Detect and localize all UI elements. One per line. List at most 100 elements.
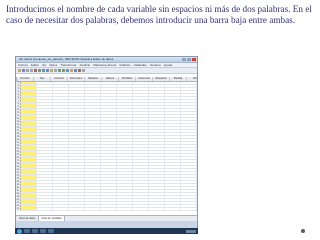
grid-cell[interactable]	[117, 133, 133, 135]
grid-cell[interactable]	[53, 163, 69, 165]
grid-cell[interactable]	[149, 169, 165, 171]
grid-cell[interactable]	[69, 199, 85, 201]
grid-cell[interactable]	[69, 115, 85, 117]
grid-cell[interactable]	[85, 202, 101, 204]
grid-cell[interactable]	[181, 157, 197, 159]
grid-cell[interactable]	[101, 109, 117, 111]
grid-cell[interactable]	[85, 142, 101, 144]
grid-cell[interactable]	[21, 109, 37, 111]
grid-cell[interactable]	[165, 97, 181, 99]
grid-cell[interactable]	[149, 160, 165, 162]
grid-cell[interactable]	[69, 205, 85, 207]
grid-cell[interactable]	[21, 115, 37, 117]
grid-cell[interactable]	[37, 106, 53, 108]
grid-cell[interactable]	[37, 85, 53, 87]
grid-cell[interactable]	[37, 112, 53, 114]
grid-cell[interactable]	[165, 94, 181, 96]
grid-cell[interactable]	[165, 88, 181, 90]
grid-cell[interactable]	[53, 205, 69, 207]
grid-cell[interactable]	[85, 154, 101, 156]
grid-cell[interactable]	[53, 103, 69, 105]
grid-cell[interactable]	[21, 175, 37, 177]
grid-cell[interactable]	[149, 91, 165, 93]
grid-cell[interactable]	[165, 157, 181, 159]
grid-cell[interactable]	[101, 112, 117, 114]
grid-cell[interactable]	[53, 124, 69, 126]
grid-cell[interactable]	[101, 169, 117, 171]
grid-cell[interactable]	[181, 136, 197, 138]
grid-cell[interactable]	[53, 115, 69, 117]
open-file-icon[interactable]	[18, 69, 21, 72]
grid-cell[interactable]	[165, 172, 181, 174]
grid-cell[interactable]	[165, 139, 181, 141]
grid-cell[interactable]	[69, 160, 85, 162]
grid-cell[interactable]	[101, 163, 117, 165]
grid-cell[interactable]	[117, 148, 133, 150]
use-variable-sets-icon[interactable]	[82, 69, 85, 72]
grid-cell[interactable]	[181, 178, 197, 180]
grid-cell[interactable]	[165, 154, 181, 156]
grid-cell[interactable]	[69, 178, 85, 180]
column-header[interactable]: Alineación	[153, 77, 170, 81]
grid-cell[interactable]	[85, 166, 101, 168]
minimize-icon[interactable]	[182, 58, 186, 61]
grid-cell[interactable]	[133, 130, 149, 132]
grid-cell[interactable]	[21, 97, 37, 99]
grid-cell[interactable]	[117, 175, 133, 177]
grid-cell[interactable]	[133, 142, 149, 144]
grid-cell[interactable]	[133, 184, 149, 186]
grid-cell[interactable]	[181, 133, 197, 135]
grid-cell[interactable]	[149, 106, 165, 108]
grid-cell[interactable]	[133, 193, 149, 195]
grid-cell[interactable]	[85, 91, 101, 93]
grid-cell[interactable]	[181, 145, 197, 147]
grid-cell[interactable]	[133, 139, 149, 141]
grid-cell[interactable]	[181, 142, 197, 144]
grid-cell[interactable]	[181, 187, 197, 189]
taskbar-app-icon[interactable]	[40, 229, 46, 233]
grid-cell[interactable]	[37, 169, 53, 171]
grid-cell[interactable]	[165, 127, 181, 129]
grid-cell[interactable]	[85, 163, 101, 165]
grid-cell[interactable]	[149, 133, 165, 135]
grid-cell[interactable]	[181, 196, 197, 198]
grid-cell[interactable]	[181, 85, 197, 87]
grid-cell[interactable]	[165, 199, 181, 201]
grid-cell[interactable]	[101, 106, 117, 108]
grid-cell[interactable]	[117, 163, 133, 165]
grid-cell[interactable]	[181, 124, 197, 126]
grid-cell[interactable]	[117, 115, 133, 117]
grid-cell[interactable]	[53, 208, 69, 210]
grid-cell[interactable]	[117, 118, 133, 120]
grid-cell[interactable]	[21, 166, 37, 168]
menu-item[interactable]: Analizar	[79, 63, 90, 67]
grid-cell[interactable]	[69, 127, 85, 129]
grid-cell[interactable]	[101, 130, 117, 132]
grid-cell[interactable]	[37, 127, 53, 129]
grid-cell[interactable]	[117, 112, 133, 114]
grid-cell[interactable]	[181, 166, 197, 168]
grid-cell[interactable]	[69, 103, 85, 105]
grid-cell[interactable]	[21, 193, 37, 195]
grid-cell[interactable]	[165, 118, 181, 120]
grid-cell[interactable]	[149, 145, 165, 147]
grid-cell[interactable]	[117, 151, 133, 153]
grid-cell[interactable]	[101, 82, 117, 84]
grid-cell[interactable]	[101, 166, 117, 168]
grid-cell[interactable]	[165, 148, 181, 150]
grid-cell[interactable]	[181, 121, 197, 123]
grid-cell[interactable]	[21, 145, 37, 147]
grid-cell[interactable]	[21, 121, 37, 123]
grid-cell[interactable]	[85, 94, 101, 96]
grid-cell[interactable]	[85, 169, 101, 171]
grid-cell[interactable]	[21, 100, 37, 102]
grid-cell[interactable]	[53, 130, 69, 132]
grid-cell[interactable]	[85, 88, 101, 90]
grid-cell[interactable]	[101, 157, 117, 159]
grid-cell[interactable]	[117, 160, 133, 162]
grid-cell[interactable]	[69, 172, 85, 174]
grid-cell[interactable]	[85, 208, 101, 210]
grid-cell[interactable]	[181, 109, 197, 111]
grid-cell[interactable]	[149, 151, 165, 153]
grid-cell[interactable]	[21, 184, 37, 186]
